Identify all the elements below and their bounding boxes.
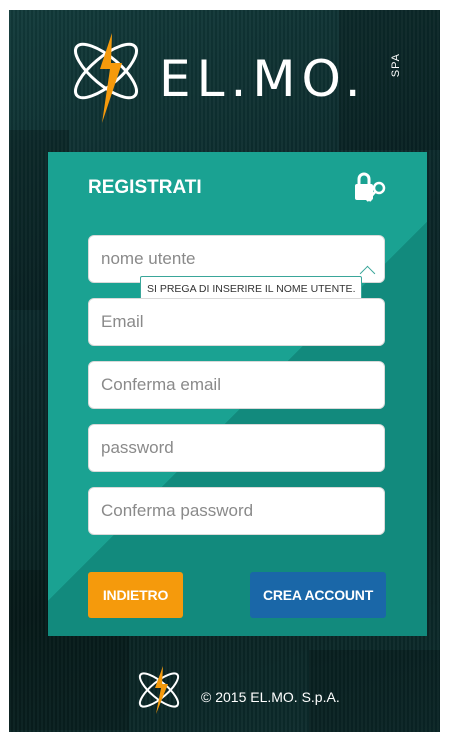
brand-logo: EL.MO. SPA bbox=[64, 23, 404, 133]
brand-suffix: SPA bbox=[390, 53, 402, 78]
email-input[interactable] bbox=[88, 298, 385, 346]
lock-key-icon bbox=[355, 172, 386, 202]
app-screen: EL.MO. SPA REGISTRATI SI PREGA DI INSERI… bbox=[9, 10, 440, 732]
password-input[interactable] bbox=[88, 424, 385, 472]
back-button[interactable]: INDIETRO bbox=[88, 572, 183, 618]
create-account-button[interactable]: CREA ACCOUNT bbox=[250, 572, 386, 618]
confirm-password-input[interactable] bbox=[88, 487, 385, 535]
brand-wordmark: EL.MO. bbox=[159, 50, 367, 108]
footer-emblem-icon bbox=[138, 666, 180, 714]
copyright-text: © 2015 EL.MO. S.p.A. bbox=[201, 689, 340, 705]
elmo-emblem-icon bbox=[74, 33, 138, 123]
form-title: REGISTRATI bbox=[88, 177, 202, 198]
confirm-email-input[interactable] bbox=[88, 361, 385, 409]
registration-card: REGISTRATI SI PREGA DI INSERIRE IL NOME … bbox=[48, 152, 427, 636]
